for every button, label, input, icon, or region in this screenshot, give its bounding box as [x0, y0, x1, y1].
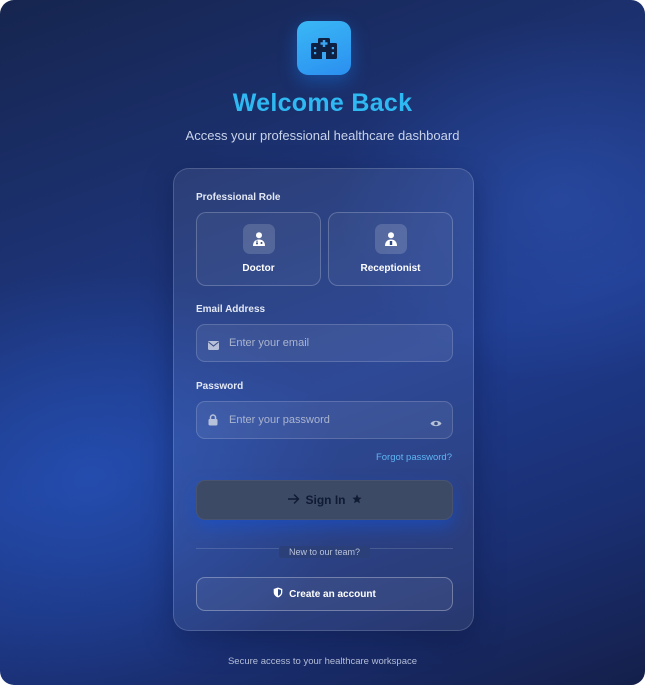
eye-icon[interactable]	[430, 415, 442, 433]
star-icon	[351, 493, 362, 507]
envelope-icon	[208, 337, 219, 355]
page-title: Welcome Back	[232, 89, 413, 117]
password-label: Password	[196, 381, 244, 392]
email-field[interactable]	[196, 324, 453, 362]
create-account-button[interactable]: Create an account	[196, 577, 453, 611]
login-card: Professional Role Doctor Receptionist Em…	[173, 168, 474, 631]
role-label: Professional Role	[196, 192, 281, 203]
email-input[interactable]	[229, 325, 419, 361]
sign-in-button[interactable]: Sign In	[196, 480, 453, 520]
role-doctor-button[interactable]: Doctor	[196, 212, 321, 286]
shield-icon	[273, 587, 283, 601]
lock-icon	[208, 413, 218, 431]
role-receptionist-label: Receptionist	[360, 263, 421, 274]
doctor-icon	[243, 224, 275, 254]
role-receptionist-button[interactable]: Receptionist	[328, 212, 453, 286]
arrow-right-icon	[287, 493, 300, 507]
email-label: Email Address	[196, 304, 266, 315]
page-subtitle: Access your professional healthcare dash…	[185, 128, 460, 143]
footer-text: Secure access to your healthcare workspa…	[227, 656, 418, 667]
receptionist-icon	[375, 224, 407, 254]
password-input[interactable]	[229, 402, 419, 438]
role-doctor-label: Doctor	[242, 263, 275, 274]
password-field[interactable]	[196, 401, 453, 439]
sign-in-label: Sign In	[305, 493, 346, 507]
forgot-password-link[interactable]: Forgot password?	[376, 452, 452, 463]
login-screen: Welcome Back Access your professional he…	[0, 0, 645, 685]
create-account-label: Create an account	[289, 588, 376, 600]
divider-text: New to our team?	[278, 546, 371, 558]
hospital-icon	[297, 21, 351, 75]
